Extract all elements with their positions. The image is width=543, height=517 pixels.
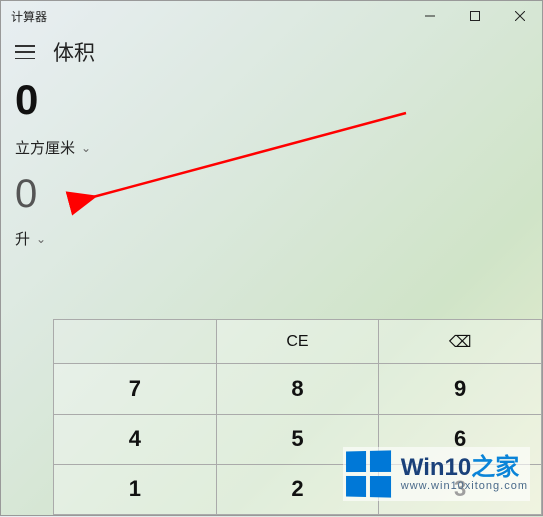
watermark: Win10之家 www.win10xitong.com	[343, 447, 530, 501]
window-title: 计算器	[11, 8, 407, 25]
maximize-icon	[470, 11, 480, 21]
input-unit-label: 立方厘米	[15, 137, 75, 158]
close-icon	[515, 11, 525, 21]
output-unit-selector[interactable]: 升 ⌄	[1, 222, 542, 263]
chevron-down-icon: ⌄	[81, 141, 91, 155]
keypad-1[interactable]: 1	[54, 465, 217, 515]
input-unit-selector[interactable]: 立方厘米 ⌄	[1, 131, 542, 172]
windows-logo-icon	[346, 450, 391, 497]
hamburger-menu-button[interactable]	[15, 45, 35, 59]
watermark-brand: Win10之家	[401, 456, 528, 480]
clear-entry-button[interactable]: CE	[217, 320, 380, 364]
keypad-empty-cell	[54, 320, 217, 364]
output-value: 0	[15, 172, 37, 216]
watermark-url: www.win10xitong.com	[401, 480, 528, 492]
backspace-button[interactable]: ⌫	[379, 320, 542, 364]
window-controls	[407, 1, 542, 31]
chevron-down-icon: ⌄	[36, 232, 46, 246]
input-value: 0	[15, 77, 528, 123]
titlebar: 计算器	[1, 1, 542, 31]
hamburger-icon	[15, 45, 35, 47]
output-value-area[interactable]: 0	[1, 172, 542, 222]
maximize-button[interactable]	[452, 1, 497, 31]
keypad-4[interactable]: 4	[54, 415, 217, 465]
keypad-9[interactable]: 9	[379, 364, 542, 414]
output-unit-label: 升	[15, 228, 30, 249]
keypad-7[interactable]: 7	[54, 364, 217, 414]
header: 体积	[1, 31, 542, 77]
close-button[interactable]	[497, 1, 542, 31]
minimize-button[interactable]	[407, 1, 452, 31]
input-value-area[interactable]: 0	[1, 77, 542, 131]
mode-title: 体积	[53, 37, 95, 67]
minimize-icon	[425, 11, 435, 21]
keypad-8[interactable]: 8	[217, 364, 380, 414]
